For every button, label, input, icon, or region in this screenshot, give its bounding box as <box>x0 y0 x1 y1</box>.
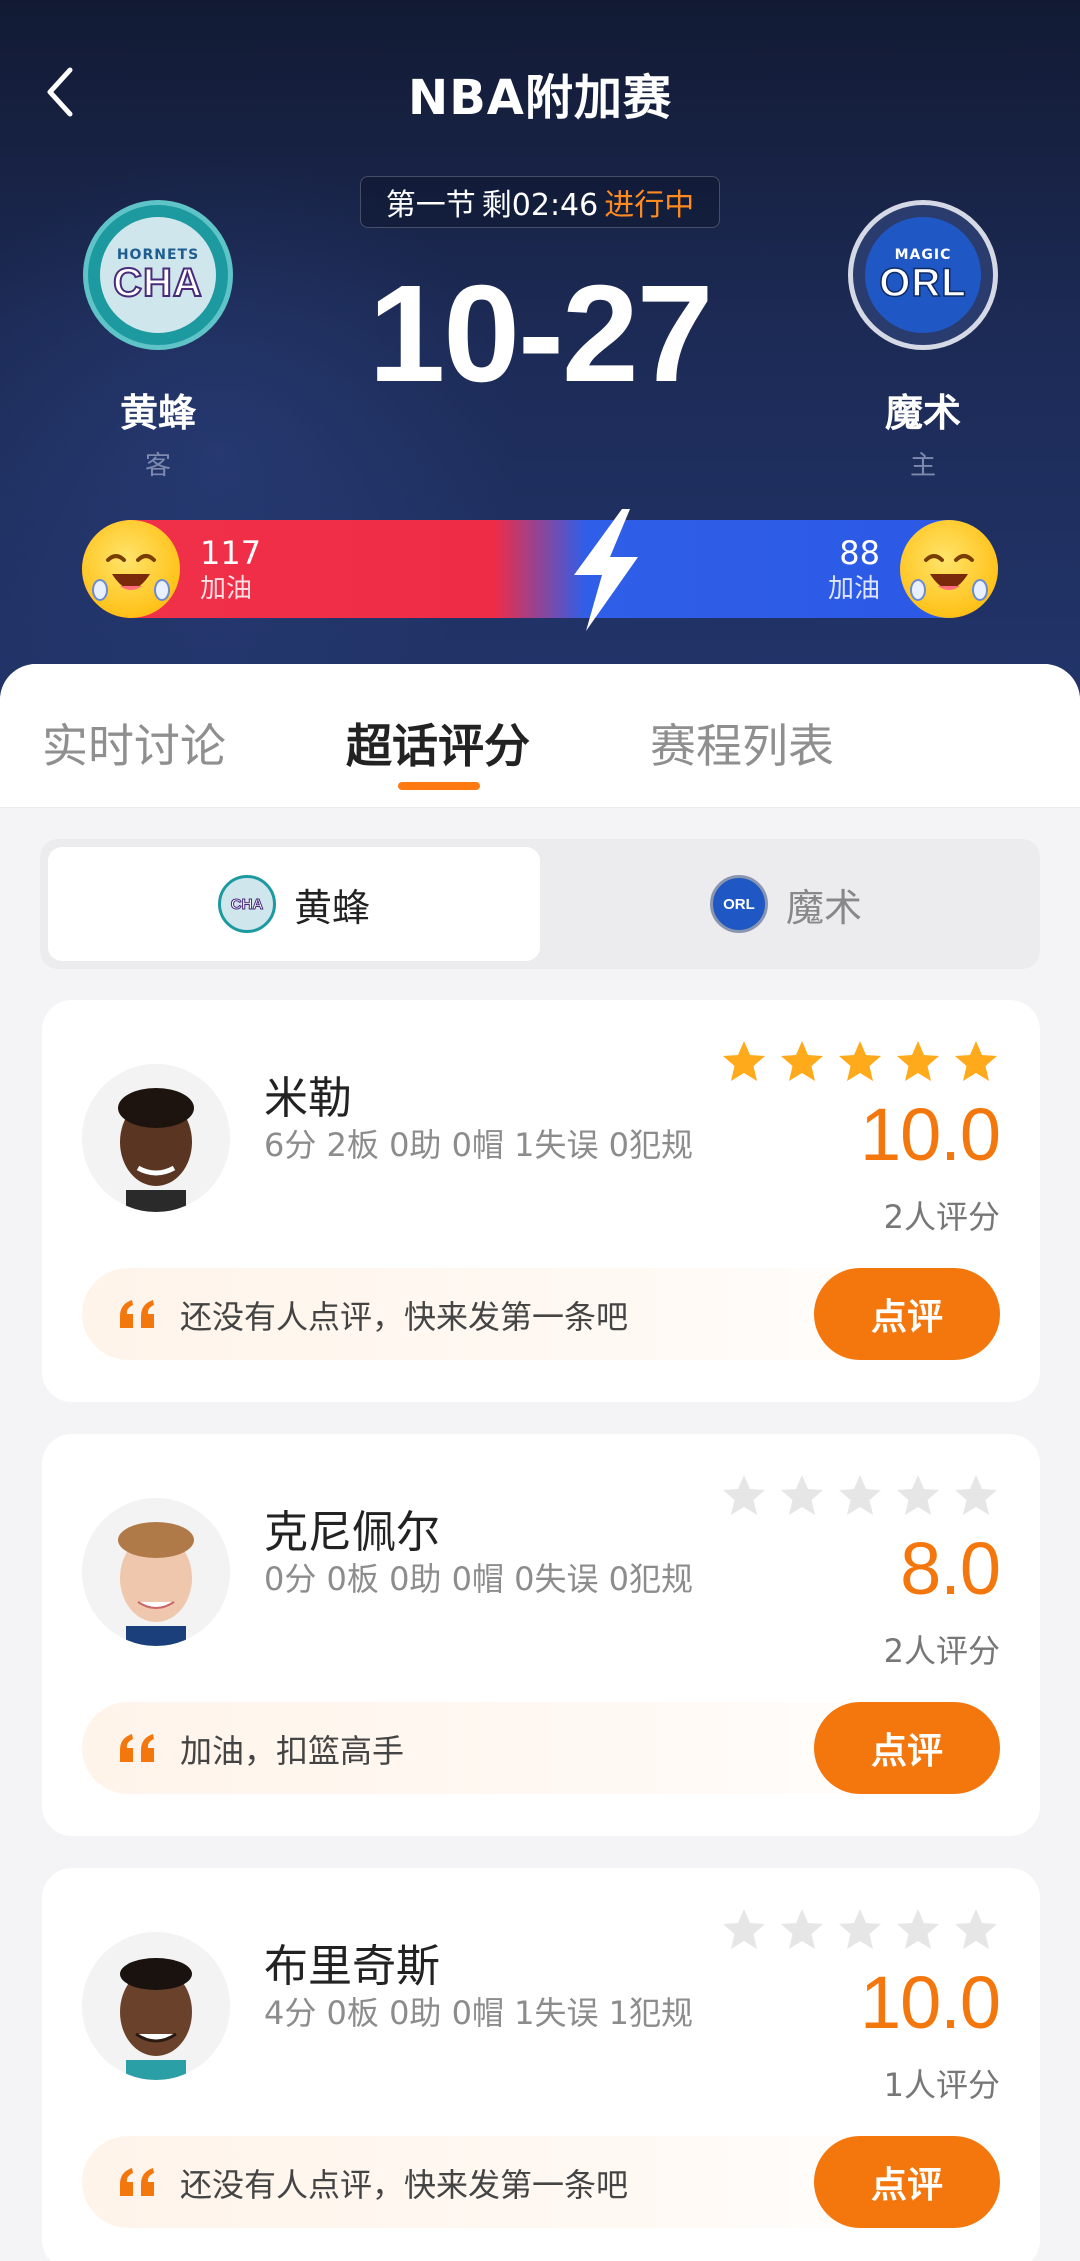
rating-score: 8.0 <box>900 1527 1001 1610</box>
quote-icon <box>120 1300 154 1328</box>
team-switch: CHA 黄蜂 ORL 魔术 <box>40 839 1040 969</box>
cheering-face-icon <box>92 554 170 601</box>
star-filled-icon[interactable] <box>720 1038 768 1086</box>
player-card[interactable]: 布里奇斯 4分 0板 0助 0帽 1失误 1犯规 10.0 1人评分 还没有人点… <box>42 1868 1040 2261</box>
game-header: NBA附加赛 第一节 剩02:46 进行中 10-27 HORNETS CHA … <box>0 0 1080 720</box>
player-stats: 0分 0板 0助 0帽 0失误 0犯规 <box>264 1560 694 1598</box>
comment-bar[interactable]: 还没有人点评，快来发第一条吧 点评 <box>82 1268 1000 1360</box>
star-empty-icon[interactable] <box>952 1906 1000 1954</box>
latest-comment: 还没有人点评，快来发第一条吧 <box>180 2166 629 2204</box>
magic-logo: MAGIC ORL <box>848 200 998 350</box>
tab-bar: 实时讨论 超话评分 赛程列表 <box>0 664 1080 808</box>
player-name: 布里奇斯 <box>264 1941 440 1992</box>
away-cheer: 117 加油 <box>200 534 261 606</box>
away-cheer-count: 117 <box>200 534 262 572</box>
star-empty-icon[interactable] <box>836 1472 884 1520</box>
star-empty-icon[interactable] <box>836 1906 884 1954</box>
rating-count: 1人评分 <box>883 2066 1000 2104</box>
team-switch-hornets[interactable]: CHA 黄蜂 <box>48 847 540 961</box>
away-cheer-label: 加油 <box>200 574 253 604</box>
player-avatar <box>82 1064 230 1212</box>
quote-icon <box>120 2168 154 2196</box>
star-empty-icon[interactable] <box>720 1906 768 1954</box>
star-empty-icon[interactable] <box>778 1906 826 1954</box>
star-empty-icon[interactable] <box>894 1472 942 1520</box>
home-cheer-label: 加油 <box>827 574 880 604</box>
star-empty-icon[interactable] <box>778 1472 826 1520</box>
comment-bar[interactable]: 加油，扣篮高手 点评 <box>82 1702 1000 1794</box>
rating-score: 10.0 <box>859 1961 1001 2044</box>
live-status: 进行中 <box>604 188 695 223</box>
lightning-icon <box>574 509 638 631</box>
game-status-pill: 第一节 剩02:46 进行中 <box>360 176 720 228</box>
content-panel: 实时讨论 超话评分 赛程列表 CHA 黄蜂 ORL 魔术 米勒 6分 2板 0助… <box>0 664 1080 2261</box>
player-card[interactable]: 克尼佩尔 0分 0板 0助 0帽 0失误 0犯规 8.0 2人评分 加油，扣篮高… <box>42 1434 1040 1836</box>
tab-player-rating[interactable]: 超话评分 <box>346 710 530 776</box>
review-button[interactable]: 点评 <box>814 2136 1000 2228</box>
active-tab-indicator <box>398 782 480 790</box>
home-team[interactable]: MAGIC ORL 魔术 主 <box>843 200 1003 482</box>
rating-score: 10.0 <box>859 1093 1001 1176</box>
cheering-face-icon <box>910 554 988 601</box>
comment-bar[interactable]: 还没有人点评，快来发第一条吧 点评 <box>82 2136 1000 2228</box>
star-filled-icon[interactable] <box>952 1038 1000 1086</box>
logo-abbr: ORL <box>879 261 967 305</box>
hornets-logo-icon: CHA <box>217 875 276 933</box>
player-avatar <box>82 1498 230 1646</box>
cheer-bar: 117 加油 88 加油 <box>82 520 998 618</box>
star-empty-icon[interactable] <box>952 1472 1000 1520</box>
player-name: 米勒 <box>264 1073 352 1124</box>
team-switch-label: 黄蜂 <box>293 885 370 930</box>
hornets-logo: HORNETS CHA <box>83 200 233 350</box>
star-filled-icon[interactable] <box>894 1038 942 1086</box>
logo-abbr: CHA <box>112 261 203 305</box>
review-button[interactable]: 点评 <box>814 1702 1000 1794</box>
player-card[interactable]: 米勒 6分 2板 0助 0帽 1失误 0犯规 10.0 2人评分 还没有人点评，… <box>42 1000 1040 1402</box>
latest-comment: 加油，扣篮高手 <box>180 1732 405 1770</box>
period-label: 第一节 <box>385 188 476 223</box>
quote-icon <box>120 1734 154 1762</box>
player-name: 克尼佩尔 <box>264 1507 440 1558</box>
tab-live-discussion[interactable]: 实时讨论 <box>42 710 226 776</box>
team-switch-magic[interactable]: ORL 魔术 <box>540 847 1032 961</box>
star-rating[interactable] <box>720 1472 1000 1520</box>
magic-logo-icon: ORL <box>709 875 768 933</box>
home-cheer-emoji-button[interactable] <box>900 520 998 618</box>
page-title: NBA附加赛 <box>408 70 672 126</box>
away-team[interactable]: HORNETS CHA 黄蜂 客 <box>78 200 238 482</box>
home-team-role: 主 <box>909 451 936 481</box>
latest-comment: 还没有人点评，快来发第一条吧 <box>180 1298 629 1336</box>
home-cheer: 88 加油 <box>828 534 880 606</box>
star-empty-icon[interactable] <box>720 1472 768 1520</box>
star-rating[interactable] <box>720 1906 1000 1954</box>
star-empty-icon[interactable] <box>894 1906 942 1954</box>
away-team-role: 客 <box>144 451 171 481</box>
home-cheer-count: 88 <box>839 534 880 572</box>
star-rating[interactable] <box>720 1038 1000 1086</box>
away-team-name: 黄蜂 <box>119 391 196 435</box>
time-remaining: 剩02:46 <box>481 188 599 223</box>
star-filled-icon[interactable] <box>836 1038 884 1086</box>
player-stats: 4分 0板 0助 0帽 1失误 1犯规 <box>264 1994 694 2032</box>
player-stats: 6分 2板 0助 0帽 1失误 0犯规 <box>264 1126 694 1164</box>
away-cheer-emoji-button[interactable] <box>82 520 180 618</box>
rating-count: 2人评分 <box>883 1632 1000 1670</box>
home-team-name: 魔术 <box>884 391 961 435</box>
star-filled-icon[interactable] <box>778 1038 826 1086</box>
review-button[interactable]: 点评 <box>814 1268 1000 1360</box>
tab-schedule[interactable]: 赛程列表 <box>650 710 834 776</box>
rating-count: 2人评分 <box>883 1198 1000 1236</box>
player-avatar <box>82 1932 230 2080</box>
team-switch-label: 魔术 <box>785 885 862 930</box>
